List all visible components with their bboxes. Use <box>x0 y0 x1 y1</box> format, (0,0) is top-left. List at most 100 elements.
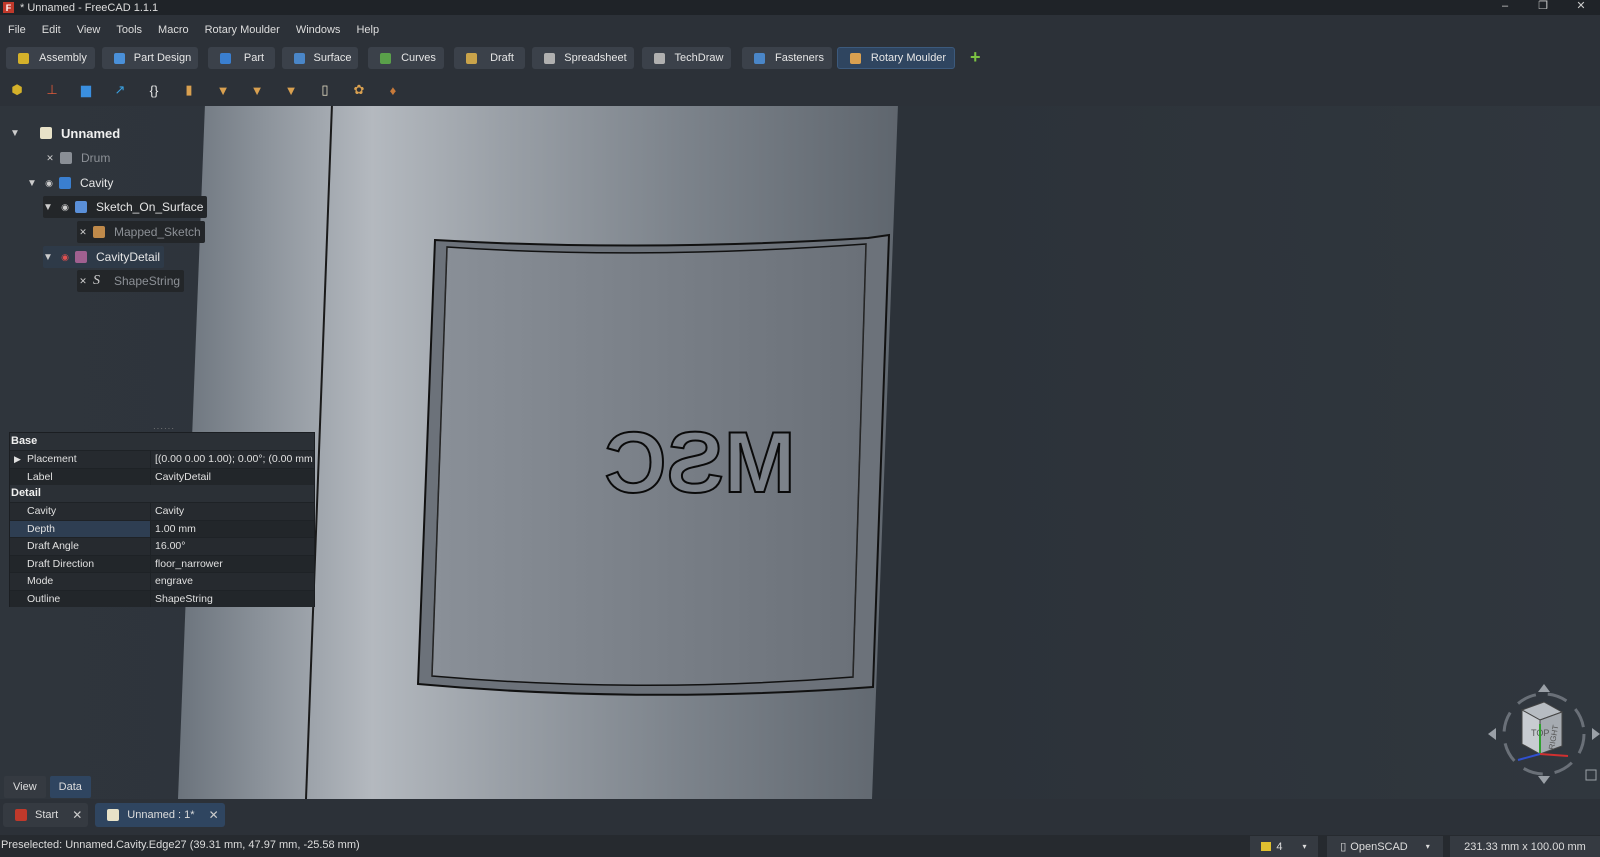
mapped-sketch-icon <box>93 226 105 238</box>
gear-icon[interactable]: ✿ <box>351 82 367 98</box>
engraved-text-label: MSC <box>604 415 795 511</box>
axis-icon[interactable]: ⊥ <box>44 82 60 98</box>
layer-selector[interactable]: 4 ▾ <box>1250 836 1318 857</box>
property-value[interactable]: 16.00° <box>151 538 314 555</box>
tree-item-shapestring[interactable]: ✕ S ShapeString <box>77 270 185 292</box>
property-value[interactable]: ShapeString <box>151 591 314 608</box>
document-icon[interactable]: ▯ <box>317 82 333 98</box>
mould-icon-1[interactable]: ▼ <box>215 82 231 98</box>
workbench-part-design[interactable]: Part Design <box>102 47 198 69</box>
mould-icon-3[interactable]: ▼ <box>283 82 299 98</box>
property-value[interactable]: engrave <box>151 573 314 590</box>
tree-item-sketch-on-surface[interactable]: ▼ ◉ Sketch_On_Surface <box>43 196 208 218</box>
workbench-part[interactable]: Part <box>208 47 275 69</box>
collapse-icon[interactable]: ▼ <box>10 128 20 139</box>
property-row-draft-direction[interactable]: Draft Direction floor_narrower <box>10 554 314 573</box>
collapse-icon[interactable]: ▼ <box>43 202 53 213</box>
property-value[interactable]: 1.00 mm <box>151 521 314 538</box>
property-row-label[interactable]: Label CavityDetail <box>10 467 314 486</box>
minimize-button[interactable]: – <box>1486 0 1524 15</box>
close-icon[interactable]: ✕ <box>209 808 219 822</box>
navigation-cube[interactable]: TOP RIGHT <box>1488 684 1600 799</box>
property-value[interactable]: CavityDetail <box>151 469 314 486</box>
tree-item-mapped-sketch[interactable]: ✕ Mapped_Sketch <box>77 221 205 243</box>
property-row-cavity[interactable]: Cavity Cavity <box>10 502 314 520</box>
tab-data[interactable]: Data <box>49 776 91 798</box>
collapse-icon[interactable]: ▼ <box>43 252 53 263</box>
eye-hidden-icon[interactable]: ✕ <box>44 153 56 164</box>
property-row-placement[interactable]: ▶ Placement [(0.00 0.00 1.00); 0.00°; (0.… <box>10 450 314 468</box>
property-row-depth[interactable]: Depth 1.00 mm <box>10 519 314 538</box>
workbench-surface[interactable]: Surface <box>282 47 358 69</box>
menu-edit[interactable]: Edit <box>34 24 69 36</box>
workbench-assembly[interactable]: Assembly <box>6 47 95 69</box>
workbench-techdraw[interactable]: TechDraw <box>642 47 731 69</box>
cavity-icon <box>59 177 71 189</box>
mouse-icon: ▯ <box>1340 841 1347 853</box>
workbench-fasteners[interactable]: Fasteners <box>742 47 832 69</box>
maximize-button[interactable]: ❐ <box>1524 0 1562 15</box>
menu-view[interactable]: View <box>69 24 109 36</box>
tab-view[interactable]: View <box>4 776 46 798</box>
spreadsheet-icon <box>544 52 555 64</box>
add-workbench-icon[interactable]: + <box>970 48 981 66</box>
cavity-detail-icon <box>75 251 87 263</box>
layer-icon <box>1261 842 1272 851</box>
property-value[interactable]: Cavity <box>151 503 314 520</box>
new-part-icon[interactable]: ⬢ <box>9 82 25 98</box>
property-row-draft-angle[interactable]: Draft Angle 16.00° <box>10 537 314 555</box>
tree-item-unnamed[interactable]: ▼ Unnamed <box>10 122 124 144</box>
mould-icon-2[interactable]: ▼ <box>249 82 265 98</box>
property-name: Depth <box>10 520 151 537</box>
workbench-spreadsheet[interactable]: Spreadsheet <box>532 47 634 69</box>
eye-hidden-icon[interactable]: ✕ <box>77 227 89 238</box>
window-title: * Unnamed - FreeCAD 1.1.1 <box>20 1 159 14</box>
folder-icon[interactable]: ▆ <box>78 82 94 98</box>
tab-label: Start <box>35 809 59 821</box>
property-value[interactable]: [(0.00 0.00 1.00); 0.00°; (0.00 mm 0... <box>151 451 314 468</box>
sketch-surface-icon <box>75 201 87 213</box>
navigation-style-selector[interactable]: ▯ OpenSCAD ▾ <box>1327 836 1443 857</box>
workbench-draft[interactable]: Draft <box>454 47 525 69</box>
tree-item-cavity-detail[interactable]: ▼ ◉ CavityDetail <box>43 246 165 268</box>
property-name: Draft Angle <box>10 538 151 555</box>
export-icon[interactable]: ↗ <box>112 82 128 98</box>
menu-windows[interactable]: Windows <box>288 24 349 36</box>
property-value[interactable]: floor_narrower <box>151 556 314 573</box>
eye-icon[interactable]: ◉ <box>43 178 55 189</box>
workbench-rotary-moulder[interactable]: Rotary Moulder <box>837 47 955 69</box>
eye-icon[interactable]: ◉ <box>59 252 71 263</box>
box-icon[interactable]: ▮ <box>181 82 197 98</box>
tab-unnamed[interactable]: Unnamed : 1* ✕ <box>95 803 225 827</box>
property-row-outline[interactable]: Outline ShapeString <box>10 589 314 608</box>
dimension-text: 231.33 mm x 100.00 mm <box>1464 840 1586 853</box>
braces-icon[interactable]: {} <box>146 82 162 98</box>
tab-start[interactable]: Start ✕ <box>3 803 89 827</box>
expand-icon[interactable]: ▶ <box>14 451 21 467</box>
property-row-mode[interactable]: Mode engrave <box>10 572 314 590</box>
eye-icon[interactable]: ◉ <box>59 202 71 213</box>
dimension-display: 231.33 mm x 100.00 mm <box>1450 836 1600 857</box>
toolbar: ⬢ ⊥ ▆ ↗ {} ▮ ▼ ▼ ▼ ▯ ✿ ♦ <box>0 78 420 104</box>
chevron-down-icon: ▾ <box>1302 842 1307 851</box>
shapestring-icon: S <box>93 273 100 288</box>
engraved-text: MSC <box>603 414 796 512</box>
freecad-icon: F <box>3 2 14 13</box>
draft-icon <box>466 52 477 64</box>
menu-tools[interactable]: Tools <box>108 24 150 36</box>
menu-file[interactable]: File <box>0 24 34 36</box>
pin-icon[interactable]: ♦ <box>385 82 401 98</box>
collapse-icon[interactable]: ▼ <box>27 178 37 189</box>
workbench-curves[interactable]: Curves <box>368 47 444 69</box>
freecad-window: F * Unnamed - FreeCAD 1.1.1 – ❐ ✕ File E… <box>0 0 1600 857</box>
menu-rotary-moulder[interactable]: Rotary Moulder <box>197 24 288 36</box>
eye-hidden-icon[interactable]: ✕ <box>77 276 89 287</box>
techdraw-icon <box>654 52 665 64</box>
property-name: Label <box>10 468 151 485</box>
close-button[interactable]: ✕ <box>1562 0 1600 15</box>
tree-item-drum[interactable]: ✕ Drum <box>44 147 114 169</box>
tree-item-cavity[interactable]: ▼ ◉ Cavity <box>27 172 117 194</box>
menu-macro[interactable]: Macro <box>150 24 197 36</box>
close-icon[interactable]: ✕ <box>72 808 82 822</box>
menu-help[interactable]: Help <box>348 24 387 36</box>
